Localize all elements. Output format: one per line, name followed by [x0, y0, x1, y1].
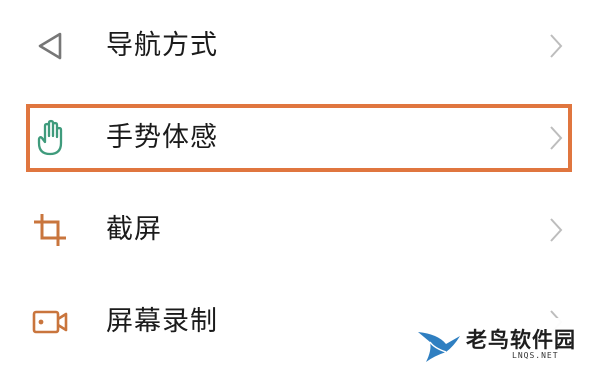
settings-item-navigation[interactable]: 导航方式 — [0, 0, 600, 92]
settings-item-label: 导航方式 — [106, 30, 218, 61]
chevron-right-icon — [545, 30, 567, 62]
settings-item-label: 屏幕录制 — [106, 306, 218, 337]
settings-item-screenshot[interactable]: 截屏 — [0, 184, 600, 276]
watermark-url: LNQS.NET — [512, 351, 559, 360]
chevron-right-icon — [545, 214, 567, 246]
navigation-back-icon — [30, 26, 70, 66]
crop-screenshot-icon — [30, 210, 70, 250]
watermark: 老鸟软件园 LNQS.NET — [402, 318, 592, 368]
bird-logo-icon — [416, 322, 464, 364]
settings-item-label: 截屏 — [106, 214, 162, 245]
screen-record-icon — [30, 302, 70, 342]
highlight-box — [26, 104, 572, 172]
watermark-name: 老鸟软件园 — [466, 328, 576, 352]
